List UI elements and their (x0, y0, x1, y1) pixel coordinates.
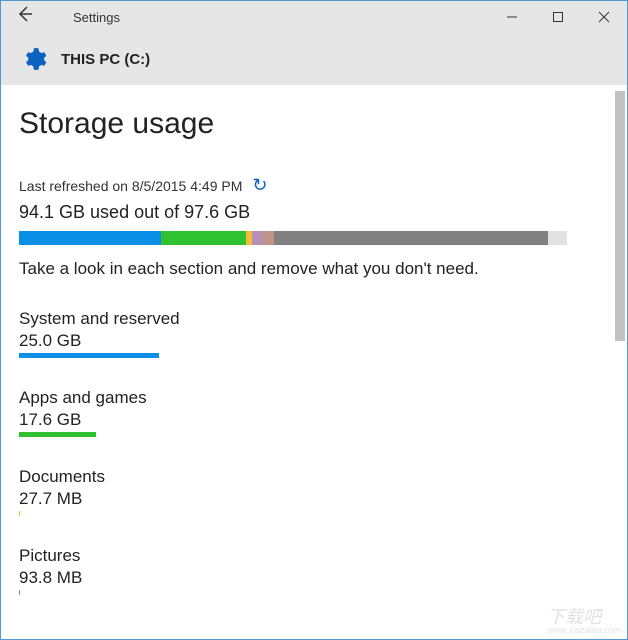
storage-category[interactable]: Documents27.7 MB (19, 467, 609, 516)
storage-category[interactable]: System and reserved25.0 GB (19, 309, 609, 358)
category-size: 17.6 GB (19, 410, 609, 430)
category-name: Documents (19, 467, 609, 487)
refresh-row: Last refreshed on 8/5/2015 4:49 PM ↻ (19, 175, 609, 196)
refresh-icon[interactable]: ↻ (252, 175, 267, 196)
usage-bar-segment (19, 231, 161, 245)
scrollbar-thumb[interactable] (615, 91, 625, 341)
storage-category[interactable]: Apps and games17.6 GB (19, 388, 609, 437)
content-area: Storage usage Last refreshed on 8/5/2015… (1, 85, 627, 595)
app-title: Settings (49, 10, 120, 25)
category-bar (19, 590, 159, 595)
category-size: 25.0 GB (19, 331, 609, 351)
usage-bar-segment (161, 231, 246, 245)
usage-bar-segment (252, 231, 263, 245)
category-name: Apps and games (19, 388, 609, 408)
window-controls (489, 1, 627, 32)
refresh-timestamp: Last refreshed on 8/5/2015 4:49 PM (19, 178, 242, 194)
minimize-button[interactable] (489, 1, 535, 32)
instruction-text: Take a look in each section and remove w… (19, 259, 609, 279)
scrollbar[interactable] (615, 91, 625, 611)
drive-title: THIS PC (C:) (61, 51, 150, 68)
category-size: 93.8 MB (19, 568, 609, 588)
category-name: System and reserved (19, 309, 609, 329)
titlebar: Settings (1, 1, 627, 33)
usage-bar-segment (548, 231, 567, 245)
gear-icon (21, 46, 47, 72)
back-button[interactable] (1, 4, 49, 30)
category-bar (19, 432, 159, 437)
category-name: Pictures (19, 546, 609, 566)
category-bar (19, 353, 159, 358)
usage-bar (19, 231, 567, 245)
maximize-button[interactable] (535, 1, 581, 32)
watermark: 下载吧 www.xiazaiba.com (547, 608, 621, 635)
usage-bar-segment (263, 231, 274, 245)
close-button[interactable] (581, 1, 627, 32)
usage-summary: 94.1 GB used out of 97.6 GB (19, 202, 609, 223)
category-bar (19, 511, 159, 516)
storage-category[interactable]: Pictures93.8 MB (19, 546, 609, 595)
category-size: 27.7 MB (19, 489, 609, 509)
usage-bar-segment (274, 231, 548, 245)
page-title: Storage usage (19, 107, 609, 141)
page-header: THIS PC (C:) (1, 33, 627, 85)
